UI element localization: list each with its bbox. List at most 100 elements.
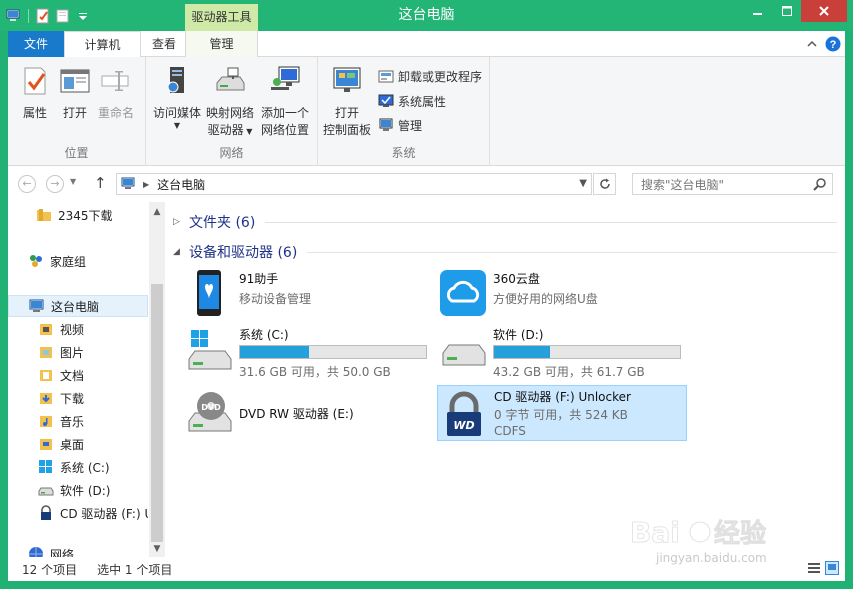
details-view-icon[interactable] — [807, 561, 821, 575]
add-network-location-button[interactable]: 添加一个 网络位置 — [258, 65, 312, 139]
nav-item-pictures[interactable]: 图片 — [8, 341, 148, 363]
cloud-drive-icon — [440, 270, 486, 316]
devices-group-header[interactable]: ◢ 设备和驱动器 (6) — [173, 241, 837, 263]
chevron-down-icon[interactable]: ▼ — [579, 178, 587, 189]
nav-item-music[interactable]: 音乐 — [8, 410, 148, 432]
properties-icon[interactable] — [35, 8, 51, 24]
devices-header-label: 设备和驱动器 (6) — [189, 245, 298, 261]
nav-item-label: 视频 — [60, 322, 85, 337]
breadcrumb[interactable]: 这台电脑 — [157, 176, 205, 193]
forward-button[interactable]: → — [46, 175, 64, 193]
drive-icon — [38, 487, 54, 496]
large-icons-view-icon[interactable] — [825, 561, 839, 575]
nav-item-videos[interactable]: 视频 — [8, 318, 148, 340]
rename-button[interactable]: 重命名 — [96, 65, 136, 122]
open-button[interactable]: 打开 — [58, 65, 92, 122]
maximize-button[interactable] — [772, 0, 801, 22]
nav-item-this-pc[interactable]: 这台电脑 — [8, 295, 148, 317]
drive-tools-context-header: 驱动器工具 — [185, 4, 258, 31]
system-properties-button[interactable]: 系统属性 — [378, 90, 446, 112]
drive-tile-dvd-e[interactable]: DVD DVD RW 驱动器 (E:) — [183, 385, 433, 443]
folders-group-header[interactable]: ▷ 文件夹 (6) — [173, 211, 837, 233]
search-icon[interactable] — [813, 177, 827, 191]
scroll-up-button[interactable]: ▲ — [149, 204, 165, 220]
tile-filesystem: CDFS — [494, 424, 526, 438]
tab-manage[interactable]: 管理 — [185, 31, 258, 57]
maximize-icon — [781, 6, 792, 16]
nav-item-drive-c[interactable]: 系统 (C:) — [8, 456, 148, 478]
drive-usage-fill — [494, 346, 550, 358]
status-bar: 12 个项目 选中 1 个项目 — [8, 557, 845, 581]
tab-file[interactable]: 文件 — [8, 31, 64, 57]
properties-button[interactable]: 属性 — [18, 65, 52, 122]
manage-button[interactable]: 管理 — [378, 114, 422, 136]
nav-item-drive-d[interactable]: 软件 (D:) — [8, 479, 148, 501]
refresh-button[interactable] — [593, 173, 616, 195]
windows-drive-icon — [39, 460, 52, 473]
homegroup-icon — [30, 255, 42, 267]
drive-tile-cd-f[interactable]: WD CD 驱动器 (F:) Unlocker 0 字节 可用，共 524 KB… — [437, 385, 687, 441]
device-tile-360-cloud[interactable]: 360云盘 方便好用的网络U盘 — [437, 265, 687, 321]
scroll-thumb[interactable] — [151, 284, 163, 542]
access-media-button[interactable]: 访问媒体 ▼ — [152, 65, 202, 130]
close-icon — [819, 6, 829, 16]
ribbon-tab-tools: ? — [807, 36, 841, 52]
back-button[interactable]: ← — [18, 175, 36, 193]
nav-item-desktop[interactable]: 桌面 — [8, 433, 148, 455]
search-box[interactable]: 搜索"这台电脑" — [632, 173, 833, 195]
manage-label: 管理 — [398, 118, 423, 133]
tile-subtitle: 31.6 GB 可用，共 50.0 GB — [239, 365, 391, 379]
item-count: 12 个项目 — [22, 562, 78, 577]
nav-item-documents[interactable]: 文档 — [8, 364, 148, 386]
explorer-window: 驱动器工具 这台电脑 文件 计算机 查看 管理 ? 属性 打开 重命名 位置 访… — [0, 0, 853, 589]
drive-icon — [442, 344, 486, 366]
chevron-down-icon: ◢ — [173, 247, 180, 257]
drive-usage-bar — [493, 345, 681, 359]
nav-item-label: 这台电脑 — [51, 299, 100, 314]
nav-item-2345-downloads[interactable]: 2345下载 — [8, 204, 148, 226]
help-icon[interactable]: ? — [825, 36, 841, 52]
location-group: 属性 打开 重命名 位置 — [8, 57, 146, 166]
address-bar[interactable]: ▶ 这台电脑 ▼ — [116, 173, 592, 195]
tile-subtitle: 移动设备管理 — [239, 292, 312, 306]
drive-tile-c[interactable]: 系统 (C:) 31.6 GB 可用，共 50.0 GB — [183, 323, 433, 383]
nav-scrollbar[interactable]: ▲ ▼ — [149, 202, 165, 557]
chevron-up-icon[interactable] — [807, 39, 817, 49]
tile-name: 91助手 — [239, 272, 279, 286]
nav-item-label: 图片 — [60, 345, 85, 360]
rename-icon — [101, 71, 129, 91]
selected-count: 选中 1 个项目 — [97, 562, 173, 577]
minimize-button[interactable] — [743, 0, 772, 22]
tile-name: DVD RW 驱动器 (E:) — [239, 407, 354, 421]
nav-item-label: 桌面 — [60, 437, 85, 452]
tile-name: CD 驱动器 (F:) Unlocker — [494, 390, 631, 404]
nav-item-downloads[interactable]: 下载 — [8, 387, 148, 409]
new-folder-icon[interactable] — [55, 8, 71, 24]
open-control-panel-button[interactable]: 打开 控制面板 — [320, 65, 374, 139]
tile-subtitle: 方便好用的网络U盘 — [493, 292, 598, 306]
drive-tile-d[interactable]: 软件 (D:) 43.2 GB 可用，共 61.7 GB — [437, 323, 687, 383]
svg-text:?: ? — [830, 39, 837, 51]
chevron-down-icon[interactable] — [75, 8, 91, 24]
address-row: ← → ▼ ↑ ▶ 这台电脑 ▼ 搜索"这台电脑" — [8, 166, 845, 202]
scroll-down-button[interactable]: ▼ — [149, 541, 165, 557]
uninstall-program-button[interactable]: 卸载或更改程序 — [378, 65, 482, 87]
map-drive-button[interactable]: 映射网络 驱动器 ▼ — [204, 65, 256, 140]
cd-lock-icon: WD — [447, 391, 481, 436]
ribbon: 属性 打开 重命名 位置 访问媒体 ▼ 映射网络 驱动器 ▼ 添加一个 网络位置… — [8, 57, 845, 166]
tab-view[interactable]: 查看 — [141, 31, 187, 57]
tile-name: 系统 (C:) — [239, 328, 289, 342]
nav-item-drive-f[interactable]: CD 驱动器 (F:) U — [8, 502, 148, 524]
computer-icon[interactable] — [6, 8, 22, 24]
up-button[interactable]: ↑ — [94, 174, 107, 192]
close-button[interactable] — [801, 0, 847, 22]
computer-management-icon — [379, 118, 393, 131]
add-location-label-2: 网络位置 — [260, 123, 309, 137]
nav-item-label: CD 驱动器 (F:) U — [60, 506, 148, 521]
nav-item-homegroup[interactable]: 家庭组 — [8, 250, 148, 272]
nav-item-label: 2345下载 — [58, 208, 113, 223]
device-tile-91-assistant[interactable]: 91助手 移动设备管理 — [183, 265, 433, 321]
recent-locations-button[interactable]: ▼ — [70, 177, 76, 186]
tab-computer[interactable]: 计算机 — [64, 31, 141, 58]
nav-item-network[interactable]: 网络 — [8, 546, 148, 557]
